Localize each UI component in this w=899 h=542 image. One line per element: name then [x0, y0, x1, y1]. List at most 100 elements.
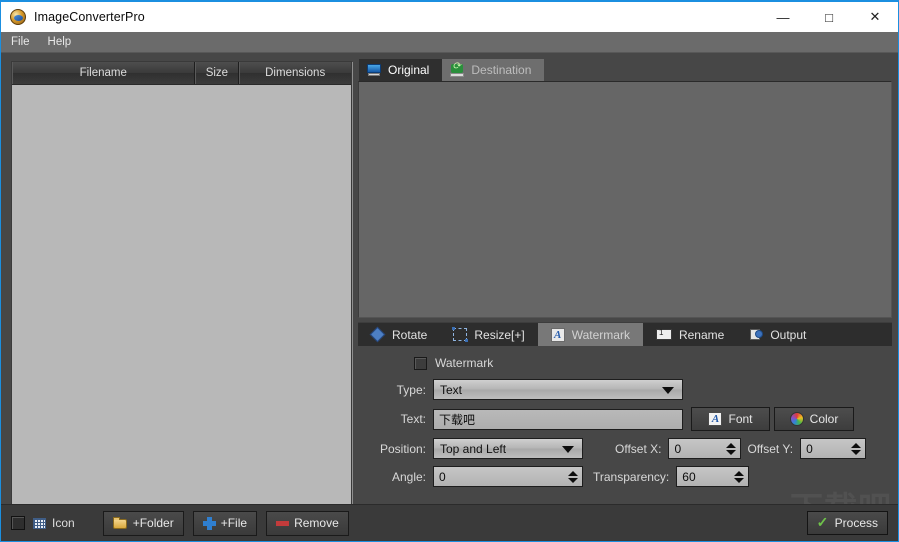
offset-y-label: Offset Y:	[747, 441, 794, 456]
folder-icon	[112, 517, 128, 529]
offset-x-label: Offset X:	[615, 441, 662, 456]
remove-button[interactable]: Remove	[266, 510, 349, 536]
position-row: Position: Top and Left Offset X: 0 Offse…	[366, 438, 884, 459]
color-wheel-icon	[789, 412, 804, 426]
output-icon	[750, 328, 764, 341]
type-label: Type:	[396, 382, 426, 397]
preview-and-options-panel: Original Destination Rotate Resize[+]	[356, 53, 898, 541]
type-row: Type: Text	[366, 379, 884, 400]
offset-x-value: 0	[674, 441, 682, 456]
angle-label: Angle:	[391, 469, 426, 484]
watermark-text-icon: A	[550, 327, 565, 342]
icon-mode-checkbox[interactable]	[11, 516, 25, 530]
tab-rotate-label: Rotate	[392, 327, 428, 342]
watermark-options-panel: Watermark Type: Text Text: 下载吧 A Font Co…	[358, 346, 892, 526]
destination-disk-icon	[450, 61, 465, 77]
rotate-icon	[369, 326, 386, 343]
tab-rotate[interactable]: Rotate	[358, 323, 440, 346]
color-button-label: Color	[809, 412, 839, 426]
offset-x-stepper[interactable]: 0	[668, 438, 742, 459]
font-button-label: Font	[728, 412, 753, 426]
close-button[interactable]: ✕	[852, 2, 898, 32]
rename-icon	[655, 328, 672, 340]
font-button[interactable]: A Font	[691, 407, 770, 431]
resize-icon	[452, 327, 469, 342]
file-list-body[interactable]	[12, 84, 351, 512]
transparency-spinner-arrows[interactable]	[734, 467, 745, 486]
angle-value: 0	[439, 469, 446, 484]
tab-resize-label: Resize[+]	[474, 327, 525, 342]
position-select-value: Top and Left	[440, 441, 507, 456]
file-list: Filename Size Dimensions	[11, 61, 352, 513]
process-button[interactable]: ✓ Process	[806, 511, 888, 535]
file-list-header: Filename Size Dimensions	[12, 62, 351, 84]
plus-icon	[202, 516, 216, 530]
watermark-enable-label: Watermark	[435, 356, 494, 370]
angle-row: Angle: 0 Transparency: 60	[366, 466, 884, 487]
checkmark-icon: ✓	[816, 514, 829, 530]
angle-stepper[interactable]: 0	[433, 466, 583, 487]
add-file-label: +File	[220, 516, 248, 530]
monitor-icon	[367, 64, 381, 76]
window-controls: — □ ✕	[760, 2, 898, 32]
tab-output[interactable]: Output	[737, 323, 819, 346]
image-preview-canvas[interactable]	[358, 81, 892, 318]
tab-destination-label: Destination	[471, 63, 532, 77]
chevron-down-icon	[662, 386, 674, 394]
file-list-panel: Filename Size Dimensions	[1, 53, 356, 541]
column-header-dimensions[interactable]: Dimensions	[239, 62, 351, 84]
offset-x-spinner-arrows[interactable]	[726, 439, 737, 458]
minus-icon	[276, 520, 290, 526]
icon-mode-label: Icon	[52, 516, 75, 530]
watermark-enable-checkbox[interactable]	[414, 356, 427, 370]
minimize-button[interactable]: —	[760, 2, 806, 32]
window-title: ImageConverterPro	[34, 10, 145, 24]
transparency-value: 60	[682, 469, 696, 484]
maximize-button[interactable]: □	[806, 2, 852, 32]
tab-rename-label: Rename	[678, 327, 725, 342]
add-folder-label: +Folder	[132, 516, 174, 530]
watermark-text-input[interactable]: 下载吧	[433, 408, 683, 430]
preview-tab-bar: Original Destination	[358, 58, 892, 81]
tab-watermark[interactable]: A Watermark	[537, 323, 643, 346]
offset-y-spinner-arrows[interactable]	[851, 439, 862, 458]
column-header-filename[interactable]: Filename	[12, 62, 196, 84]
tab-resize[interactable]: Resize[+]	[440, 323, 537, 346]
transparency-stepper[interactable]: 60	[676, 466, 750, 487]
tab-destination[interactable]: Destination	[442, 59, 545, 81]
font-a-icon: A	[708, 412, 723, 426]
type-select[interactable]: Text	[433, 379, 683, 400]
tab-original[interactable]: Original	[359, 59, 443, 81]
menu-bar: File Help	[1, 32, 898, 53]
type-select-value: Text	[440, 382, 463, 397]
menu-item-help[interactable]: Help	[40, 34, 80, 50]
offset-y-stepper[interactable]: 0	[800, 438, 867, 459]
color-button[interactable]: Color	[774, 407, 854, 431]
add-file-button[interactable]: +File	[192, 510, 258, 536]
column-header-size[interactable]: Size	[195, 62, 240, 84]
menu-item-file[interactable]: File	[3, 34, 38, 50]
tab-original-label: Original	[388, 63, 430, 77]
add-folder-button[interactable]: +Folder	[102, 510, 184, 536]
watermark-text-value: 下载吧	[439, 412, 476, 427]
position-label: Position:	[379, 441, 426, 456]
bottom-toolbar: Icon +Folder +File Remove ✓ Process	[1, 504, 898, 541]
angle-spinner-arrows[interactable]	[568, 467, 578, 486]
tab-rename[interactable]: Rename	[643, 323, 737, 346]
transparency-label: Transparency:	[593, 469, 670, 484]
process-label: Process	[834, 516, 878, 530]
title-bar: ImageConverterPro — □ ✕	[1, 2, 898, 32]
option-tab-bar: Rotate Resize[+] A Watermark Rename Outp…	[358, 322, 892, 346]
tab-watermark-label: Watermark	[571, 327, 630, 342]
main-body: Filename Size Dimensions Original Destin…	[1, 53, 898, 541]
text-row: Text: 下载吧 A Font Color	[366, 407, 884, 431]
text-label: Text:	[400, 412, 426, 426]
chevron-down-icon	[562, 445, 574, 453]
app-logo-icon	[10, 9, 26, 25]
remove-label: Remove	[294, 516, 339, 530]
watermark-enable-row: Watermark	[414, 356, 884, 370]
application-window: ImageConverterPro — □ ✕ File Help Filena…	[0, 0, 899, 542]
offset-y-value: 0	[806, 441, 813, 456]
position-select[interactable]: Top and Left	[433, 438, 583, 459]
grid-icon	[33, 517, 46, 529]
